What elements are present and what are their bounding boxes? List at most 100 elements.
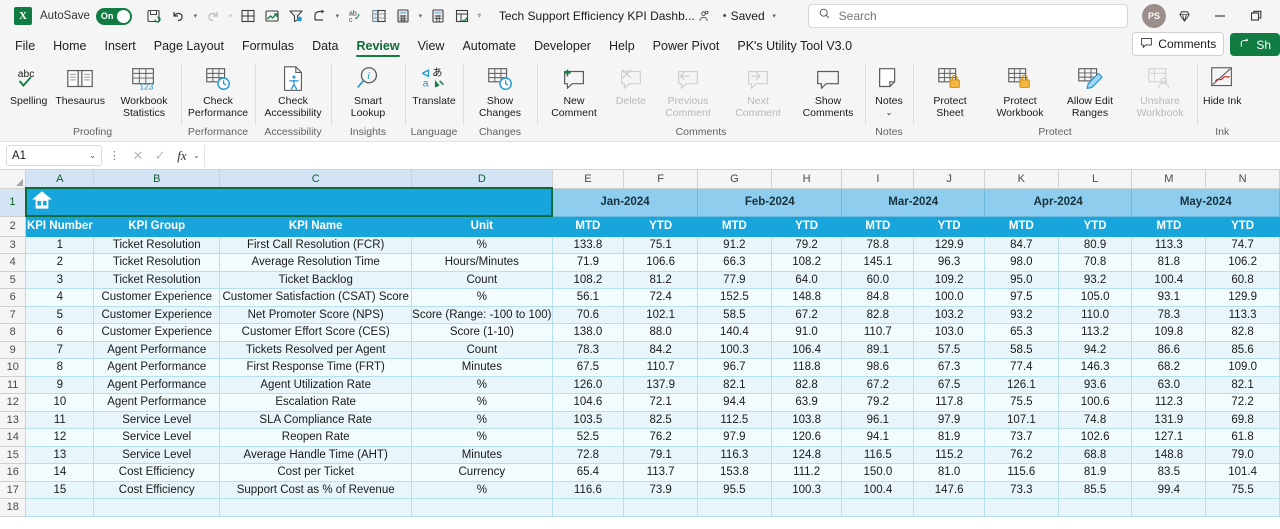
cell-value[interactable]: 82.8 [771, 376, 843, 394]
calculate-dropdown-icon[interactable]: ▾ [415, 12, 426, 20]
cell-unit[interactable]: % [411, 288, 553, 307]
cell-value[interactable]: 68.8 [1058, 446, 1133, 464]
cell-unit[interactable]: % [411, 411, 553, 429]
cell-value[interactable]: 104.6 [552, 393, 625, 412]
cell-value[interactable]: 113.2 [1058, 323, 1133, 342]
cell-kpi-name[interactable]: First Call Resolution (FCR) [219, 236, 413, 254]
cell-value[interactable]: 78.3 [552, 341, 625, 359]
row-header-2[interactable]: 2 [0, 216, 27, 237]
row-header-15[interactable]: 15 [0, 446, 27, 464]
freeze-panes-icon[interactable] [367, 4, 391, 28]
cell-value[interactable]: 112.3 [1131, 393, 1207, 412]
cell-value[interactable]: 76.2 [623, 428, 698, 447]
avatar[interactable]: PS [1142, 4, 1166, 28]
cell-kpi-group[interactable]: Service Level [93, 428, 221, 447]
cell-empty[interactable] [411, 498, 553, 517]
column-header-n[interactable]: N [1205, 170, 1280, 189]
tab-pk-utility-tool[interactable]: PK's Utility Tool V3.0 [728, 36, 861, 58]
cell-value[interactable]: 79.0 [1205, 446, 1280, 464]
cell-value[interactable]: 67.5 [552, 358, 625, 377]
dashboard-title-cell[interactable] [24, 187, 554, 217]
cell-empty[interactable] [1131, 498, 1207, 517]
qat-overflow-icon[interactable]: ⩔ [474, 12, 485, 20]
cell-value[interactable]: 73.3 [984, 481, 1059, 499]
cell-value[interactable]: 94.1 [841, 428, 915, 447]
hide-ink-button[interactable]: Hide Ink [1199, 60, 1246, 108]
column-header-k[interactable]: K [984, 170, 1059, 189]
save-icon[interactable] [142, 4, 166, 28]
cell-unit[interactable]: % [411, 236, 553, 254]
cell-value[interactable]: 115.6 [984, 463, 1059, 482]
row-header-9[interactable]: 9 [0, 341, 27, 359]
undo-dropdown-icon[interactable]: ▾ [190, 12, 201, 20]
cell-kpi-group[interactable]: Cost Efficiency [93, 481, 221, 499]
formula-bar-options-icon[interactable]: ⋮ [102, 149, 127, 162]
cell-value[interactable]: 100.0 [913, 288, 985, 307]
row-header-3[interactable]: 3 [0, 236, 27, 254]
cell-empty[interactable] [623, 498, 698, 517]
cell-value[interactable]: 126.0 [552, 376, 625, 394]
cell-value[interactable]: 113.7 [623, 463, 698, 482]
share-arrow-icon[interactable] [308, 4, 332, 28]
column-header-d[interactable]: D [411, 170, 553, 189]
cell-value[interactable]: 131.9 [1131, 411, 1207, 429]
cell-value[interactable]: 60.0 [841, 271, 915, 289]
cell-unit[interactable]: Count [411, 341, 553, 359]
cell-value[interactable]: 106.4 [771, 341, 843, 359]
row-header-13[interactable]: 13 [0, 411, 27, 429]
cell-kpi-group[interactable]: Cost Efficiency [93, 463, 221, 482]
cell-kpi-group[interactable]: Customer Experience [93, 288, 221, 307]
cell-value[interactable]: 67.3 [913, 358, 985, 377]
table-row[interactable]: 7 5 Customer Experience Net Promoter Score … [0, 306, 1280, 324]
table-row[interactable]: 14 12 Service Level Reopen Rate% 52.5 76.2 97.… [0, 428, 1280, 447]
cell-value[interactable]: 100.4 [841, 481, 915, 499]
cell-unit[interactable]: Count [411, 271, 553, 289]
cell-value[interactable]: 109.2 [913, 271, 985, 289]
protect-workbook-button[interactable]: Protect Workbook [985, 60, 1055, 119]
cell-unit[interactable]: % [411, 481, 553, 499]
cell-kpi-name[interactable]: Escalation Rate [219, 393, 413, 412]
table-row[interactable]: 10 8 Agent Performance First Response Time … [0, 358, 1280, 377]
tab-file[interactable]: File [6, 36, 44, 58]
cell-value[interactable]: 99.4 [1131, 481, 1207, 499]
cell-kpi-name[interactable]: Customer Effort Score (CES) [219, 323, 413, 342]
cell-value[interactable]: 73.7 [984, 428, 1059, 447]
cell-value[interactable]: 100.4 [1131, 271, 1207, 289]
cell-value[interactable]: 94.4 [697, 393, 772, 412]
name-box[interactable]: A1 ⌄ [6, 145, 102, 166]
translate-button[interactable]: ᐊaあ Translate [407, 60, 461, 108]
cell-value[interactable]: 77.4 [984, 358, 1059, 377]
cell-value[interactable]: 58.5 [984, 341, 1059, 359]
cell-kpi-name[interactable]: Reopen Rate [219, 428, 413, 447]
cell-kpi-number[interactable]: 5 [25, 306, 95, 324]
notes-dropdown-icon[interactable]: ⌄ [886, 108, 893, 117]
table-row[interactable]: 13 11 Service Level SLA Compliance Rate% 103… [0, 411, 1280, 429]
cell-value[interactable]: 98.6 [841, 358, 915, 377]
tab-view[interactable]: View [409, 36, 454, 58]
cell-value[interactable]: 88.0 [623, 323, 698, 342]
cell-value[interactable]: 106.6 [623, 253, 698, 272]
search-input[interactable] [838, 9, 1118, 23]
check-performance-button[interactable]: Check Performance [183, 60, 253, 119]
cell-kpi-number[interactable]: 12 [25, 428, 95, 447]
cell-kpi-name[interactable]: Customer Satisfaction (CSAT) Score [219, 288, 413, 307]
cell-value[interactable]: 120.6 [771, 428, 843, 447]
cell-value[interactable]: 63.0 [1131, 376, 1207, 394]
column-header-f[interactable]: F [623, 170, 698, 189]
cell-empty[interactable] [552, 498, 625, 517]
cell-value[interactable]: 118.8 [771, 358, 843, 377]
cell-value[interactable]: 72.2 [1205, 393, 1280, 412]
cell-value[interactable]: 82.1 [1205, 376, 1280, 394]
cell-kpi-number[interactable]: 2 [25, 253, 95, 272]
cell-kpi-group[interactable]: Ticket Resolution [93, 271, 221, 289]
cell-value[interactable]: 78.3 [1131, 306, 1207, 324]
calculate-now-icon[interactable] [426, 4, 450, 28]
row-header-17[interactable]: 17 [0, 481, 27, 499]
undo-icon[interactable] [166, 4, 190, 28]
table-row[interactable]: 5 3 Ticket Resolution Ticket Backlog Count 10… [0, 271, 1280, 289]
tab-home[interactable]: Home [44, 36, 95, 58]
cell-value[interactable]: 75.5 [984, 393, 1059, 412]
share-button[interactable]: Sh [1230, 33, 1280, 56]
comments-button[interactable]: Comments [1132, 32, 1225, 56]
cell-value[interactable]: 81.0 [913, 463, 985, 482]
